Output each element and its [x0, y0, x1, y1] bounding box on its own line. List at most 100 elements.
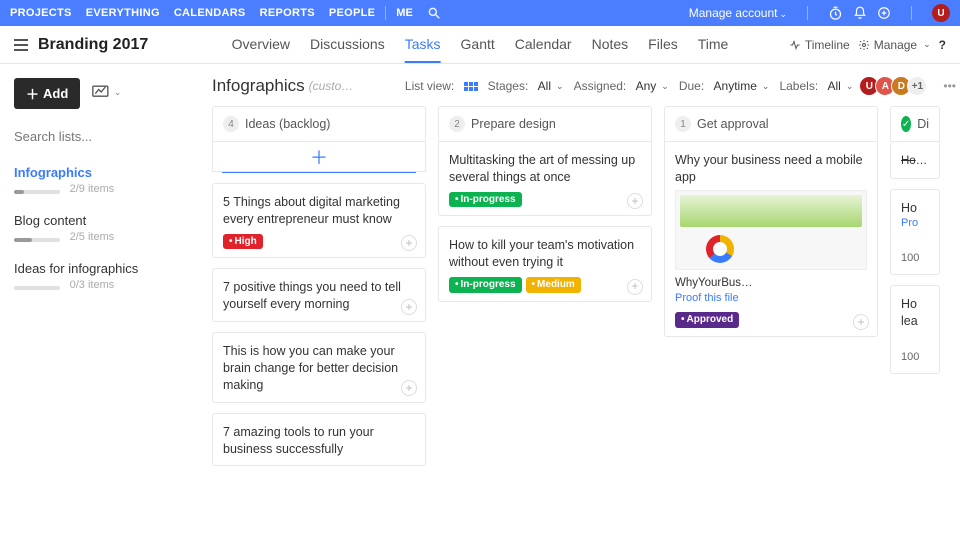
add-button[interactable]: ＋ Add — [14, 78, 80, 109]
timer-icon[interactable] — [828, 6, 843, 21]
tab-files[interactable]: Files — [648, 27, 678, 63]
global-nav: PROJECTS EVERYTHING CALENDARS REPORTS PE… — [10, 7, 375, 19]
tag-inprogress: • In-progress — [449, 192, 522, 208]
search-lists-input[interactable] — [14, 123, 186, 151]
card-extra: 100 — [901, 251, 929, 266]
nav-calendars[interactable]: CALENDARS — [174, 7, 246, 19]
list-item-blog-content[interactable]: Blog content 2/5 items — [14, 213, 186, 243]
user-avatar[interactable]: U — [932, 4, 950, 22]
card-title: 7 positive things you need to tell yours… — [223, 279, 415, 313]
avatar-stack[interactable]: U A D +1 — [863, 76, 927, 96]
nav-reports[interactable]: REPORTS — [260, 7, 315, 19]
card-title: Ho — [901, 200, 929, 217]
project-title: Branding 2017 — [38, 36, 148, 54]
attachment-filename: WhyYourBus… — [675, 276, 867, 292]
timeline-button[interactable]: Timeline — [789, 38, 850, 52]
filter-labels[interactable]: Labels: All⌄ — [779, 79, 853, 93]
board-columns: 4Ideas (backlog) ＋ 5 Things about digita… — [208, 106, 960, 466]
column-done-peek: ✓Di Ho yo Ho Pro 100 Ho lea 100 — [890, 106, 940, 466]
card-plus-icon[interactable]: + — [401, 380, 417, 396]
manage-button[interactable]: Manage⌄ — [858, 38, 931, 52]
tag-medium: • Medium — [526, 277, 581, 293]
nav-everything[interactable]: EVERYTHING — [86, 7, 160, 19]
proof-link[interactable]: Proof this file — [675, 291, 867, 306]
column-header[interactable]: 2Prepare design — [438, 106, 652, 142]
board-header: Infographics (custo… List view: Stages: … — [208, 76, 960, 106]
column-ideas: 4Ideas (backlog) ＋ 5 Things about digita… — [212, 106, 426, 466]
card-plus-icon[interactable]: + — [401, 299, 417, 315]
task-card[interactable]: This is how you can make your brain chan… — [212, 332, 426, 403]
nav-divider — [385, 6, 386, 20]
tab-tasks[interactable]: Tasks — [405, 27, 441, 63]
filter-due[interactable]: Due: Anytime⌄ — [679, 79, 770, 93]
column-get-approval: 1Get approval Why your business need a m… — [664, 106, 878, 466]
column-header[interactable]: ✓Di — [890, 106, 940, 142]
tab-overview[interactable]: Overview — [232, 27, 290, 63]
topbar-right: Manage account⌄ U — [689, 4, 950, 22]
global-topbar: PROJECTS EVERYTHING CALENDARS REPORTS PE… — [0, 0, 960, 26]
help-icon[interactable]: ? — [939, 38, 946, 52]
board-subtitle: (custo… — [309, 79, 354, 93]
list-item-infographics[interactable]: Infographics 2/9 items — [14, 165, 186, 195]
task-card[interactable]: 7 amazing tools to run your business suc… — [212, 413, 426, 467]
tab-discussions[interactable]: Discussions — [310, 27, 385, 63]
card-title: 7 amazing tools to run your business suc… — [223, 424, 415, 458]
attachment-thumbnail[interactable] — [675, 190, 867, 270]
card-plus-icon[interactable]: + — [853, 314, 869, 330]
card-title: Why your business need a mobile app — [675, 152, 867, 186]
column-header[interactable]: 4Ideas (backlog) — [212, 106, 426, 142]
card-title: Ho yo — [901, 154, 929, 170]
listview-toggle[interactable]: List view: — [405, 79, 478, 93]
card-plus-icon[interactable]: + — [627, 279, 643, 295]
task-card[interactable]: How to kill your team's motivation witho… — [438, 226, 652, 301]
filter-stages[interactable]: Stages: All⌄ — [488, 79, 564, 93]
card-title: Ho lea — [901, 296, 929, 330]
add-icon[interactable] — [877, 6, 891, 20]
view-toggle[interactable]: ⌄ — [92, 85, 122, 99]
grid-icon — [464, 82, 478, 91]
card-extra: 100 — [901, 350, 929, 365]
tab-time[interactable]: Time — [698, 27, 729, 63]
more-menu-icon[interactable]: ••• — [943, 79, 956, 93]
body: ＋ Add ⌄ Infographics 2/9 items Blog cont… — [0, 64, 960, 549]
add-underline — [222, 172, 416, 173]
task-card[interactable]: Why your business need a mobile app WhyY… — [664, 142, 878, 337]
list-item-ideas[interactable]: Ideas for infographics 0/3 items — [14, 261, 186, 291]
card-title: 5 Things about digital marketing every e… — [223, 194, 415, 228]
nav-people[interactable]: PEOPLE — [329, 7, 375, 19]
search-icon[interactable] — [427, 6, 441, 20]
proof-link[interactable]: Pro — [901, 216, 929, 231]
tag-approved: • Approved — [675, 312, 739, 328]
tag-inprogress: • In-progress — [449, 277, 522, 293]
project-right-controls: Timeline Manage⌄ ? — [789, 38, 946, 52]
card-title: Multitasking the art of messing up sever… — [449, 152, 641, 186]
lists: Infographics 2/9 items Blog content 2/5 … — [14, 165, 186, 291]
bell-icon[interactable] — [853, 6, 867, 20]
manage-account-link[interactable]: Manage account⌄ — [689, 6, 787, 20]
task-card[interactable]: Multitasking the art of messing up sever… — [438, 142, 652, 216]
tab-calendar[interactable]: Calendar — [515, 27, 572, 63]
project-tabs: Overview Discussions Tasks Gantt Calenda… — [232, 27, 729, 63]
nav-me[interactable]: ME — [396, 7, 413, 19]
task-card[interactable]: 5 Things about digital marketing every e… — [212, 183, 426, 258]
card-title: This is how you can make your brain chan… — [223, 343, 415, 394]
hamburger-icon[interactable] — [14, 39, 28, 51]
nav-projects[interactable]: PROJECTS — [10, 7, 72, 19]
card-title: How to kill your team's motivation witho… — [449, 237, 641, 271]
tab-notes[interactable]: Notes — [592, 27, 629, 63]
column-header[interactable]: 1Get approval — [664, 106, 878, 142]
project-header: Branding 2017 Overview Discussions Tasks… — [0, 26, 960, 64]
task-card[interactable]: 7 positive things you need to tell yours… — [212, 268, 426, 322]
sidebar: ＋ Add ⌄ Infographics 2/9 items Blog cont… — [0, 64, 200, 549]
board-filters: List view: Stages: All⌄ Assigned: Any⌄ D… — [405, 76, 956, 96]
tab-gantt[interactable]: Gantt — [461, 27, 495, 63]
task-card[interactable]: Ho yo — [890, 142, 940, 179]
tag-high: • High — [223, 234, 263, 250]
task-card[interactable]: Ho Pro 100 — [890, 189, 940, 276]
add-card-button[interactable]: ＋ — [212, 142, 426, 172]
board-name: Infographics — [212, 76, 305, 96]
filter-assigned[interactable]: Assigned: Any⌄ — [574, 79, 669, 93]
column-prepare-design: 2Prepare design Multitasking the art of … — [438, 106, 652, 466]
divider — [807, 6, 808, 20]
task-card[interactable]: Ho lea 100 — [890, 285, 940, 374]
